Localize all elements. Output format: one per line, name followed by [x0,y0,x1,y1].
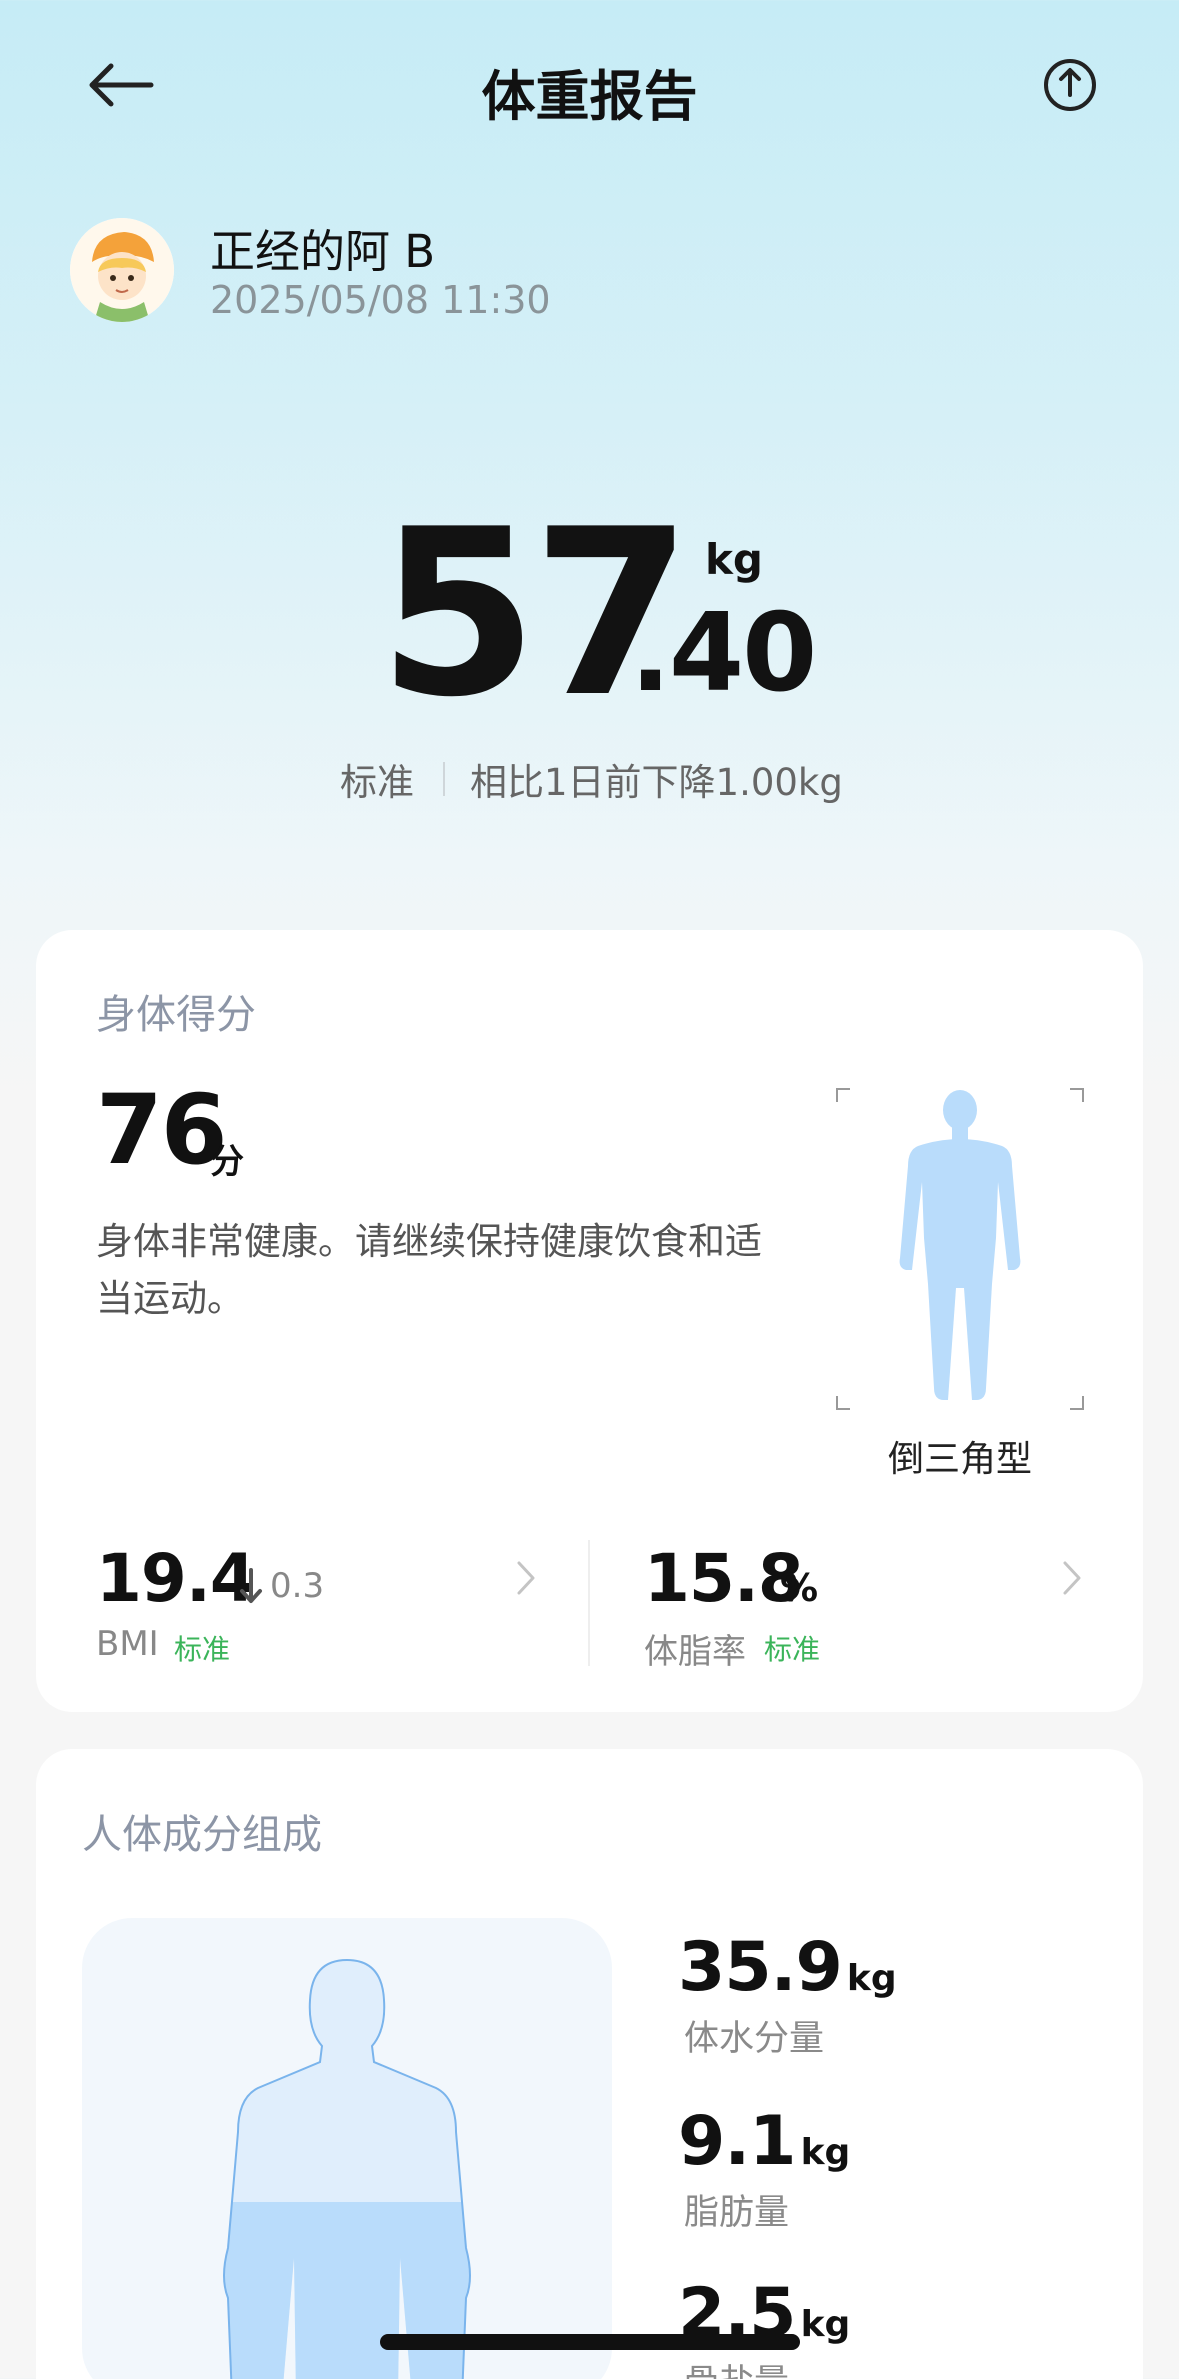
chevron-right-icon [1063,1561,1081,1595]
arrow-down-icon [240,1568,262,1603]
bmi-status: 标准 [174,1633,231,1666]
body-score-value: 76 [96,1074,228,1186]
body-outline-icon [223,1959,471,2379]
bone-mass-unit: kg [800,2304,851,2345]
bone-mass-label: 骨盐量 [684,2354,789,2379]
body-score-unit: 分 [210,1142,244,1182]
fat-mass-value: 9.1 [678,2102,796,2181]
body-silhouette-icon [899,1090,1021,1400]
user-name: 正经的阿 B [210,225,436,278]
body-fat-label: 体脂率 [644,1632,746,1672]
fat-mass-unit: kg [800,2132,851,2173]
body-type-figure[interactable] [836,1088,1084,1410]
share-button[interactable] [1020,40,1120,130]
body-composition-title: 人体成分组成 [82,1812,322,1858]
avatar[interactable] [70,218,174,322]
metric-divider [588,1540,590,1666]
body-fat-status: 标准 [764,1633,821,1666]
body-score-title: 身体得分 [96,992,256,1038]
weight-unit: kg [705,535,763,584]
weight-change: 相比1日前下降1.00kg [470,761,843,804]
body-water-label: 体水分量 [684,2019,825,2059]
page-title: 体重报告 [481,65,698,128]
bmi-change: 0.3 [270,1566,325,1606]
body-water-value: 35.9 [678,1928,843,2007]
bmi-label: BMI [96,1624,159,1664]
composition-figure [82,1918,612,2379]
weight-decimal: .40 [630,591,817,716]
body-type-label: 倒三角型 [887,1439,1032,1480]
weight-divider [443,762,445,796]
weight-status: 标准 [340,761,414,804]
share-icon [1044,59,1096,111]
fat-mass-label: 脂肪量 [684,2193,790,2233]
body-fat-unit: % [780,1566,819,1610]
bmi-value: 19.4 [96,1540,256,1617]
chevron-right-icon [517,1561,535,1595]
bmi-detail-button[interactable] [506,1550,546,1606]
body-water-unit: kg [846,1958,897,1999]
record-datetime: 2025/05/08 11:30 [210,278,551,322]
home-indicator[interactable] [380,2334,800,2350]
body-score-description: 身体非常健康。请继续保持健康饮食和适当运动。 [96,1220,762,1320]
body-fat-detail-button[interactable] [1052,1550,1092,1606]
body-water-item[interactable]: 35.9 kg [678,1934,897,2002]
fat-mass-item[interactable]: 9.1 kg [678,2108,850,2176]
